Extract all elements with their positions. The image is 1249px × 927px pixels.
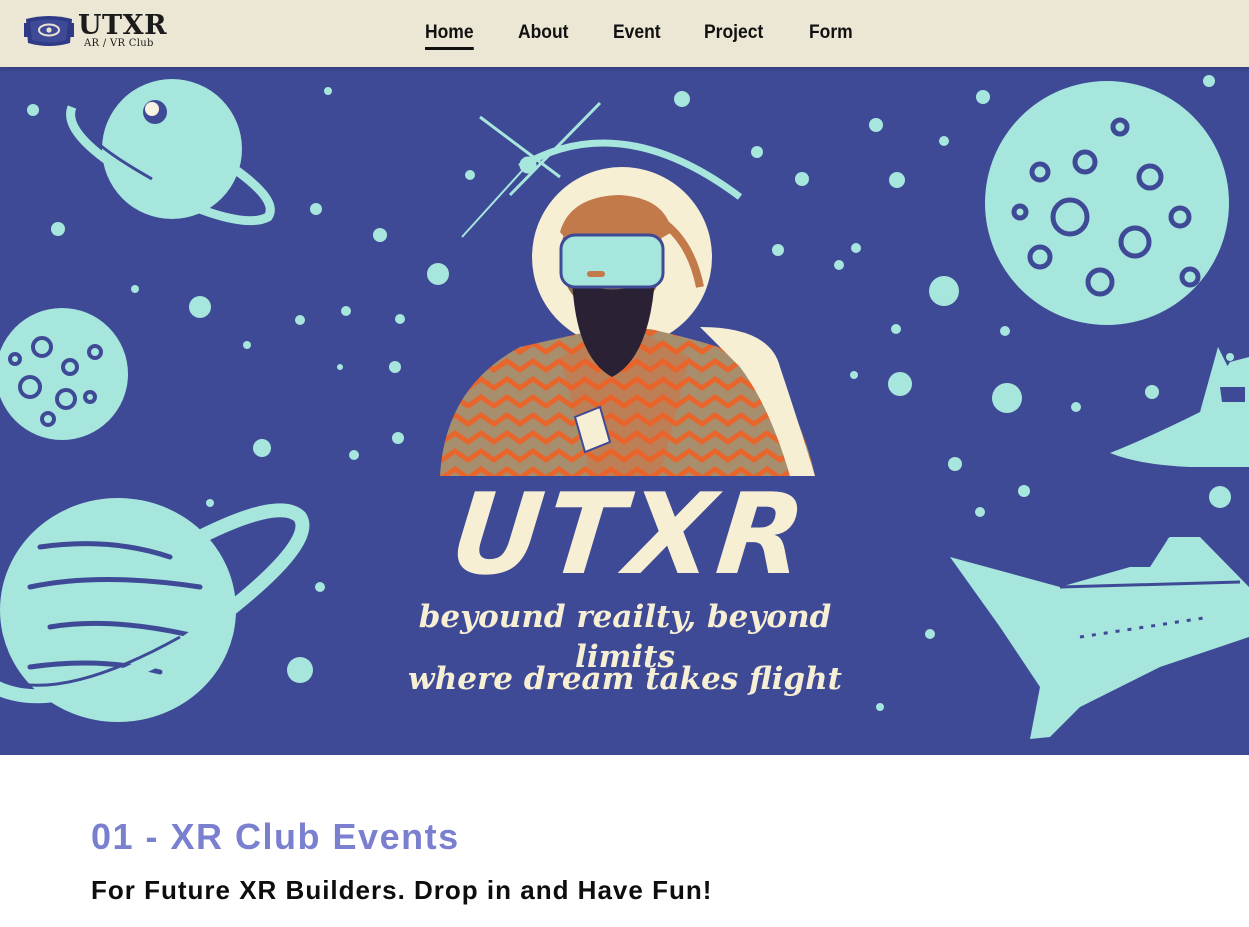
events-section-subheading: For Future XR Builders. Drop in and Have… xyxy=(91,875,713,905)
nav-about-link[interactable]: About xyxy=(518,20,568,50)
cratered-moon xyxy=(985,81,1229,325)
brand-subtitle: AR / VR Club xyxy=(84,38,154,49)
events-section-heading: 01 - XR Club Events xyxy=(91,816,460,857)
nav-form-link[interactable]: Form xyxy=(809,20,853,50)
nav-project-link[interactable]: Project xyxy=(704,20,763,50)
ringed-planet-large xyxy=(0,498,310,722)
hero-banner: UTXR beyound reailty, beyond limits wher… xyxy=(0,67,1249,755)
club-logo[interactable]: UTXR AR / VR Club xyxy=(24,10,174,54)
vr-figure-illustration xyxy=(440,195,815,476)
asteroid-left xyxy=(0,308,128,440)
hero-title: UTXR xyxy=(445,470,815,600)
nav-home-link[interactable]: Home xyxy=(425,20,474,50)
hero-tagline-line2: where dream takes flight xyxy=(408,661,842,697)
nav-event-link[interactable]: Event xyxy=(613,20,661,50)
ringed-planet-small xyxy=(66,79,275,226)
vr-headset-icon xyxy=(24,16,74,46)
space-shuttle-large xyxy=(950,537,1249,739)
main-nav: Home About Event Project Form xyxy=(425,20,896,50)
top-nav-bar: UTXR AR / VR Club Home About Event Proje… xyxy=(0,0,1249,67)
space-shuttle-small xyxy=(1110,347,1249,467)
